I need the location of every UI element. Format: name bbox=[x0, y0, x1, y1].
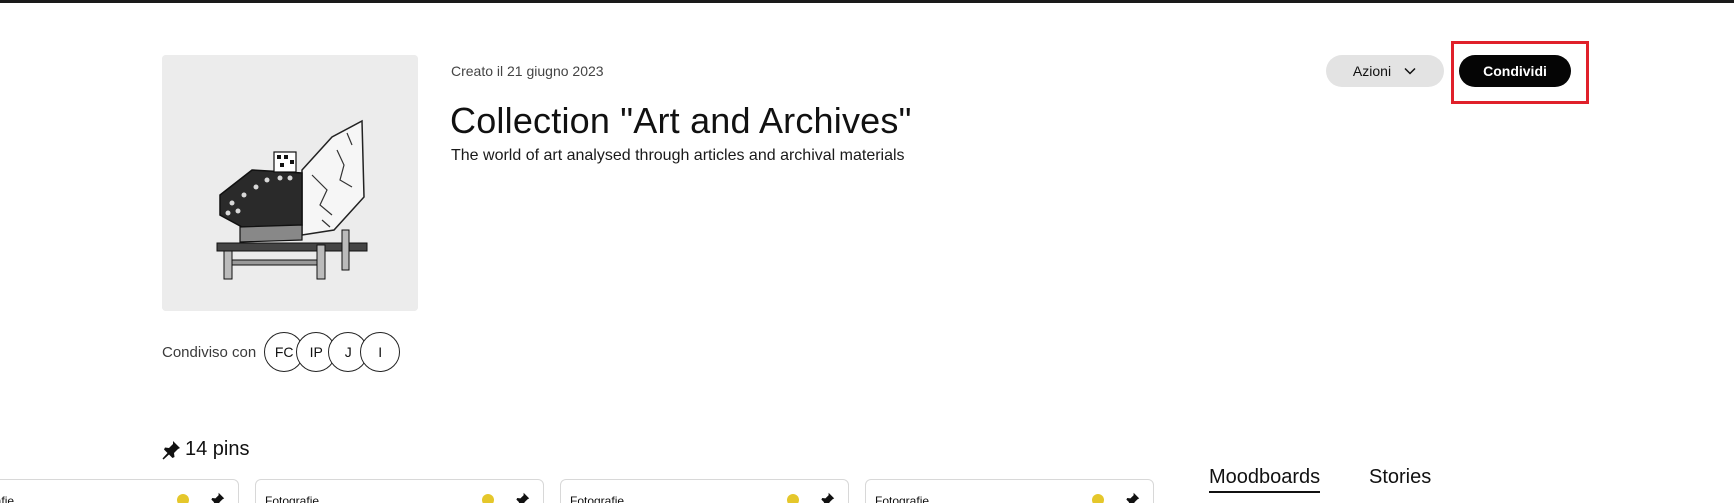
avatar[interactable]: I bbox=[360, 332, 401, 372]
tab-moodboards[interactable]: Moodboards bbox=[1209, 466, 1321, 493]
collection-cover-image bbox=[162, 55, 418, 311]
chevron-down-icon bbox=[1404, 67, 1416, 75]
pin-card[interactable]: Fotografie bbox=[865, 479, 1154, 503]
created-date: Creato il 21 giugno 2023 bbox=[451, 63, 604, 79]
pin-card-category: Fotografie bbox=[265, 494, 320, 503]
shared-with-row: Condiviso con FC IP J I bbox=[162, 332, 401, 372]
pin-card[interactable]: Fotografie bbox=[560, 479, 849, 503]
pushpin-icon[interactable] bbox=[1124, 492, 1140, 503]
pin-card-category: Fotografie bbox=[875, 494, 930, 503]
pushpin-icon[interactable] bbox=[514, 492, 530, 503]
pin-card-category: Fotografie bbox=[0, 494, 15, 503]
azioni-label: Azioni bbox=[1352, 63, 1392, 79]
share-button[interactable]: Condividi bbox=[1459, 55, 1571, 87]
page-title: Collection "Art and Archives" bbox=[450, 100, 912, 141]
pin-card[interactable]: Fotografie bbox=[0, 479, 239, 503]
top-border bbox=[0, 0, 1734, 3]
status-dot bbox=[1092, 494, 1104, 503]
pin-card-category: Fotografie bbox=[570, 494, 625, 503]
pin-card[interactable]: Fotografie bbox=[255, 479, 544, 503]
azioni-dropdown-button[interactable]: Azioni bbox=[1326, 55, 1444, 87]
status-dot bbox=[482, 494, 494, 503]
collection-description: The world of art analysed through articl… bbox=[451, 147, 905, 164]
shared-with-label: Condiviso con bbox=[162, 343, 257, 361]
pins-count-label: 14 pins bbox=[185, 438, 250, 460]
status-dot bbox=[787, 494, 799, 503]
pushpin-icon[interactable] bbox=[209, 492, 225, 503]
furniture-engraving-illustration bbox=[162, 55, 418, 311]
tab-stories[interactable]: Stories bbox=[1369, 466, 1431, 489]
pushpin-icon bbox=[162, 440, 180, 459]
pins-count-heading: 14 pins bbox=[161, 438, 250, 461]
pushpin-icon[interactable] bbox=[819, 492, 835, 503]
status-dot bbox=[177, 494, 189, 503]
